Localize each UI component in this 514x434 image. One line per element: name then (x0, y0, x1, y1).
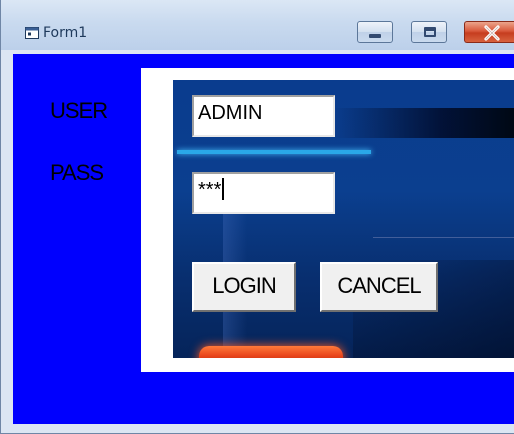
thin-line (373, 237, 514, 238)
minimize-icon (369, 34, 381, 38)
password-input-value: *** (198, 179, 222, 201)
window-title: Form1 (43, 25, 88, 41)
cancel-button[interactable]: CANCEL (320, 262, 438, 312)
pass-label: PASS (50, 160, 104, 185)
cyan-glow-line (177, 150, 371, 154)
user-label: USER (50, 98, 108, 123)
password-input[interactable]: *** (192, 172, 335, 214)
login-button[interactable]: LOGIN (192, 262, 296, 312)
orange-glow (199, 346, 343, 358)
text-caret (222, 178, 225, 200)
maximize-icon (424, 27, 436, 37)
dark-streak (333, 108, 514, 138)
close-icon (484, 25, 500, 41)
maximize-button[interactable] (411, 21, 447, 43)
user-input-value: ADMIN (198, 102, 263, 124)
form-icon (25, 27, 39, 39)
close-button[interactable] (464, 21, 514, 43)
user-input[interactable]: ADMIN (192, 95, 335, 137)
minimize-button[interactable] (357, 21, 393, 43)
title-bar[interactable]: Form1 (1, 0, 514, 50)
app-window: Form1 USER PASS ADMIN *** LOGIN CANCEL (0, 0, 514, 434)
